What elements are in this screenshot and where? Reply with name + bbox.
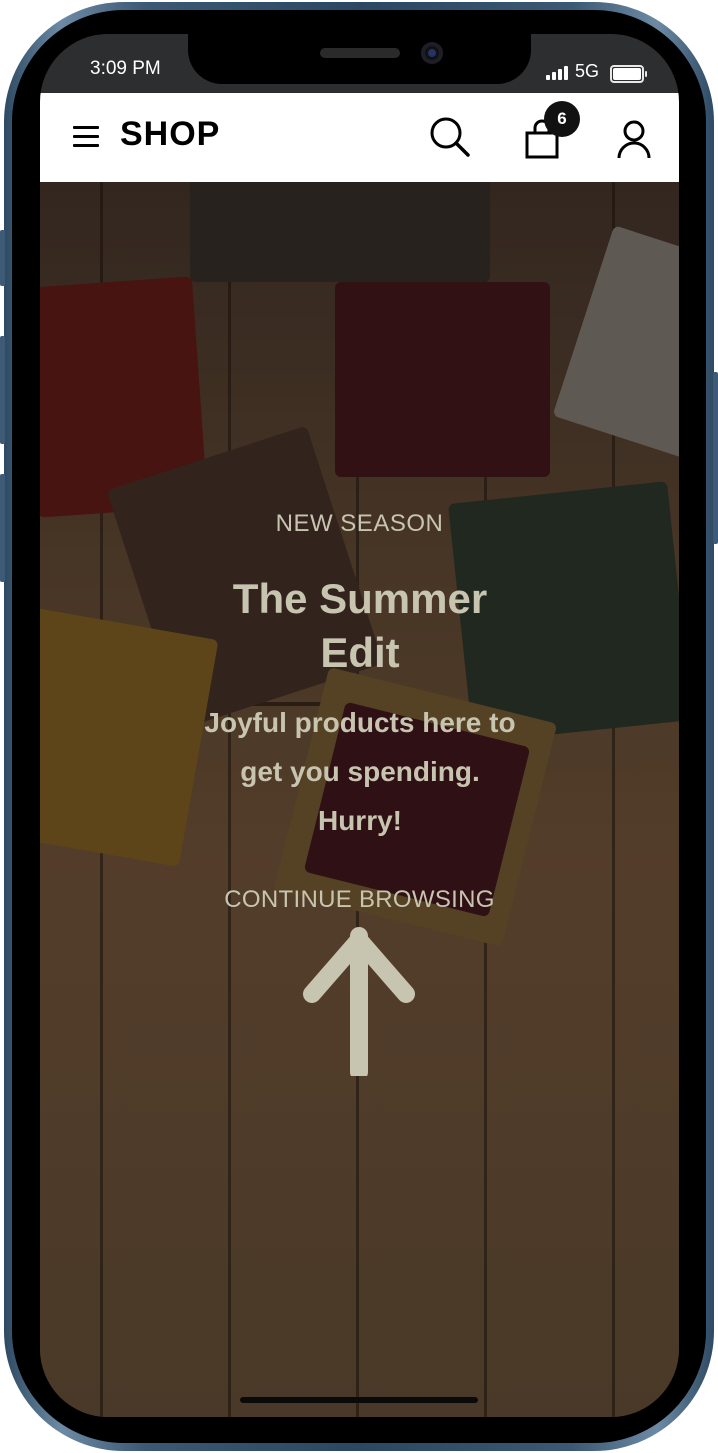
cart-count-badge[interactable]: 6: [544, 101, 580, 137]
hero-kicker: NEW SEASON: [275, 510, 444, 537]
app-header: SHOP 6: [40, 93, 679, 182]
search-icon[interactable]: [428, 115, 472, 159]
phone-volume-up: [0, 230, 5, 286]
front-camera: [421, 42, 443, 64]
notch: [188, 34, 531, 84]
phone-volume-down-2: [0, 474, 5, 582]
phone-power-button: [713, 372, 718, 544]
battery-icon: [610, 65, 647, 83]
phone-volume-down: [0, 336, 5, 444]
account-icon[interactable]: [616, 119, 652, 159]
hero-banner[interactable]: NEW SEASON The Summer Edit Joyful produc…: [40, 182, 679, 1417]
shop-logo[interactable]: SHOP: [120, 115, 220, 154]
status-time: 3:09 PM: [90, 58, 161, 79]
network-label: 5G: [575, 61, 600, 81]
home-indicator[interactable]: [240, 1397, 478, 1403]
signal-icon: [546, 66, 568, 80]
continue-browsing-link[interactable]: CONTINUE BROWSING: [40, 886, 679, 914]
status-bar: 3:09 PM 5G: [40, 34, 679, 94]
phone-screen: 3:09 PM 5G SHOP 6 NEW SEASON The Summer …: [40, 34, 679, 1417]
menu-icon[interactable]: [73, 126, 99, 148]
hero-subtext: Joyful products here to get you spending…: [204, 707, 516, 836]
speaker: [320, 48, 400, 58]
arrow-up-icon[interactable]: [302, 922, 416, 1076]
hero-headline: The Summer Edit: [232, 575, 488, 676]
